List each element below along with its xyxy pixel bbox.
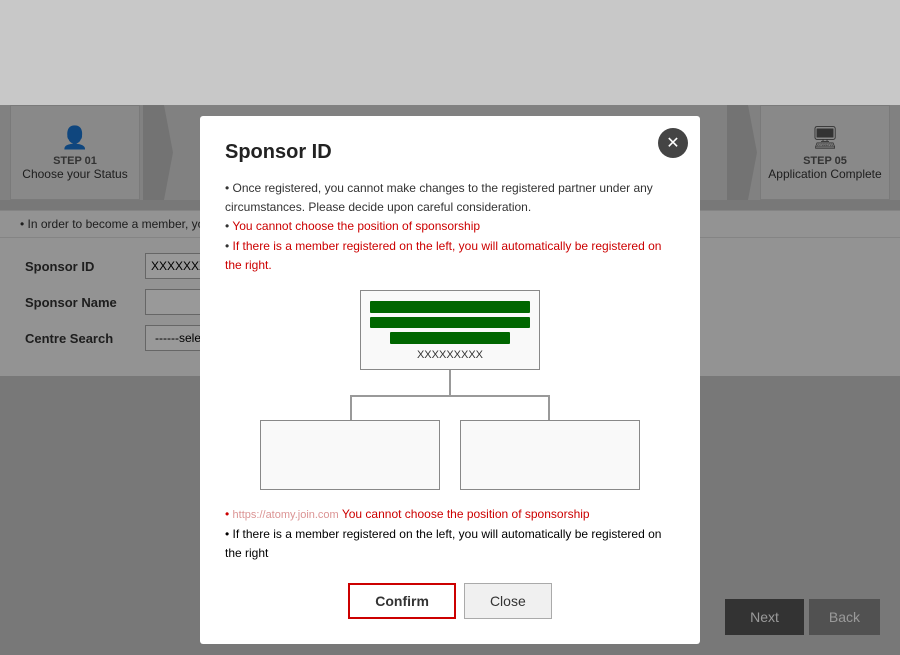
tree-node-line-3 <box>390 332 510 344</box>
tree-v-line-left <box>350 395 352 420</box>
tree-v-line-right <box>548 395 550 420</box>
tree-diagram: XXXXXXXXX <box>225 290 675 490</box>
tree-vertical-line <box>449 370 451 395</box>
tree-node-id: XXXXXXXXX <box>417 349 483 361</box>
tree-horizontal-wrapper <box>310 395 590 420</box>
sponsor-id-modal: ✕ Sponsor ID • Once registered, you cann… <box>200 116 700 644</box>
modal-bottom-note-2: • If there is a member registered on the… <box>225 525 675 563</box>
tree-child-right <box>460 420 640 490</box>
tree-h-line <box>350 395 550 397</box>
modal-overlay: ✕ Sponsor ID • Once registered, you cann… <box>0 105 900 655</box>
modal-bottom-note-1: • https://atomy.join.com You cannot choo… <box>225 505 675 525</box>
close-button[interactable]: Close <box>464 583 552 619</box>
modal-note-3: • If there is a member registered on the… <box>225 237 675 275</box>
tree-node-line-1 <box>370 301 530 313</box>
tree-connector <box>310 370 590 420</box>
tree-node-line-2 <box>370 317 530 329</box>
confirm-button[interactable]: Confirm <box>348 583 456 619</box>
modal-bottom-notes: • https://atomy.join.com You cannot choo… <box>225 505 675 563</box>
tree-children <box>260 420 640 490</box>
modal-close-button[interactable]: ✕ <box>658 128 688 158</box>
modal-note-2: • You cannot choose the position of spon… <box>225 217 675 236</box>
tree-top-node: XXXXXXXXX <box>360 290 540 370</box>
tree-child-left <box>260 420 440 490</box>
modal-notes: • Once registered, you cannot make chang… <box>225 179 675 275</box>
modal-title: Sponsor ID <box>225 141 675 164</box>
modal-note-1: • Once registered, you cannot make chang… <box>225 179 675 217</box>
modal-buttons: Confirm Close <box>225 583 675 619</box>
